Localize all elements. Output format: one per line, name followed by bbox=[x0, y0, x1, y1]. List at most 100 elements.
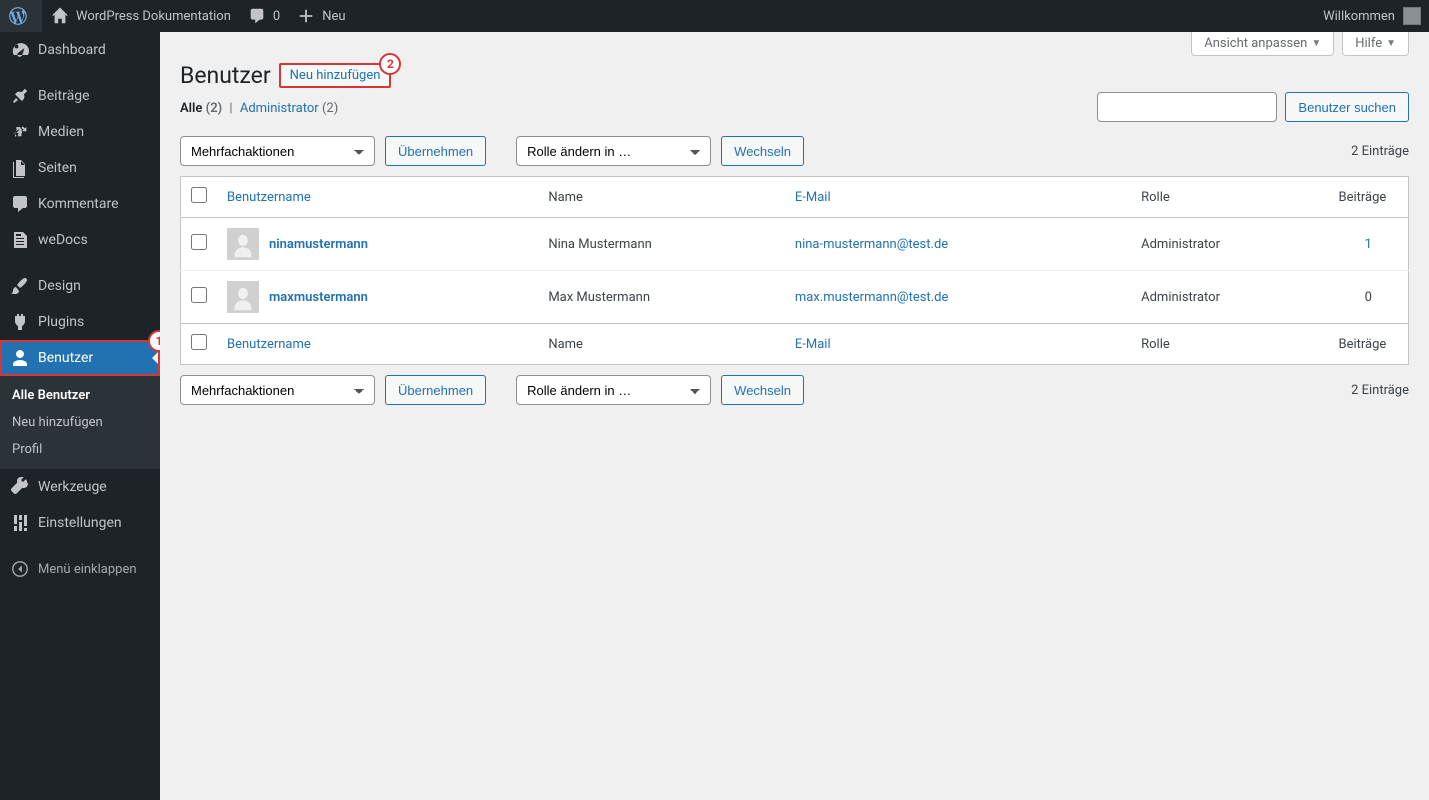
add-new-button[interactable]: Neu hinzufügen 2 bbox=[279, 63, 392, 88]
sidebar-item-label: Seiten bbox=[38, 160, 77, 176]
user-username-link[interactable]: ninamustermann bbox=[269, 237, 368, 252]
sidebar-item-label: Plugins bbox=[38, 314, 84, 330]
wordpress-icon bbox=[8, 6, 28, 26]
wrench-icon bbox=[10, 477, 30, 497]
column-role: Rolle bbox=[1131, 324, 1328, 365]
sidebar-item-label: Design bbox=[38, 278, 81, 294]
items-count: 2 Einträge bbox=[1351, 144, 1409, 159]
sidebar-item-users[interactable]: Benutzer bbox=[0, 340, 160, 376]
dashboard-icon bbox=[10, 40, 30, 60]
sidebar-submenu-users: Alle Benutzer Neu hinzufügen Profil bbox=[0, 376, 160, 469]
sidebar-item-label: Beiträge bbox=[38, 88, 90, 104]
user-email-link[interactable]: max.mustermann@test.de bbox=[795, 290, 948, 305]
sidebar-item-label: Werkzeuge bbox=[38, 479, 107, 495]
sidebar-item-comments[interactable]: Kommentare bbox=[0, 186, 160, 222]
table-row: maxmustermann Max Mustermann max.musterm… bbox=[181, 271, 1409, 324]
user-name-cell: Nina Mustermann bbox=[538, 218, 785, 271]
media-icon bbox=[10, 122, 30, 142]
column-posts: Beiträge bbox=[1329, 324, 1409, 365]
sidebar-collapse[interactable]: Menü einklappen bbox=[0, 551, 160, 587]
adminbar-comments-count: 0 bbox=[273, 9, 280, 24]
chevron-down-icon: ▼ bbox=[1311, 38, 1321, 49]
user-role-cell: Administrator bbox=[1131, 218, 1328, 271]
column-email[interactable]: E-Mail bbox=[785, 177, 1131, 218]
change-role-button-bottom[interactable]: Wechseln bbox=[721, 375, 804, 405]
avatar bbox=[1403, 7, 1421, 25]
change-role-select-bottom[interactable]: Rolle ändern in … bbox=[516, 375, 711, 405]
user-posts-count: 0 bbox=[1365, 290, 1372, 305]
adminbar-welcome: Willkommen bbox=[1323, 9, 1395, 24]
select-all-checkbox-bottom[interactable] bbox=[191, 334, 207, 350]
help-button[interactable]: Hilfe ▼ bbox=[1342, 32, 1409, 56]
adminbar-new[interactable]: Neu bbox=[288, 0, 353, 32]
settings-icon bbox=[10, 513, 30, 533]
select-all-checkbox[interactable] bbox=[191, 187, 207, 203]
user-email-link[interactable]: nina-mustermann@test.de bbox=[795, 237, 948, 252]
table-row: ninamustermann Nina Mustermann nina-must… bbox=[181, 218, 1409, 271]
admin-bar: WordPress Dokumentation 0 Neu Willkommen bbox=[0, 0, 1429, 32]
comment-icon bbox=[10, 194, 30, 214]
column-role: Rolle bbox=[1131, 177, 1328, 218]
sidebar-item-plugins[interactable]: Plugins bbox=[0, 304, 160, 340]
admin-sidebar: Dashboard Beiträge Medien Seiten Komment… bbox=[0, 32, 160, 800]
screen-options-label: Ansicht anpassen bbox=[1204, 36, 1307, 51]
document-icon bbox=[10, 230, 30, 250]
tablenav-top: Mehrfachaktionen Übernehmen Rolle ändern… bbox=[180, 136, 1409, 166]
sidebar-item-tools[interactable]: Werkzeuge bbox=[0, 469, 160, 505]
sidebar-item-design[interactable]: Design bbox=[0, 268, 160, 304]
sidebar-item-pages[interactable]: Seiten bbox=[0, 150, 160, 186]
adminbar-wp-logo[interactable] bbox=[0, 0, 42, 32]
chevron-down-icon: ▼ bbox=[1386, 38, 1396, 49]
row-checkbox[interactable] bbox=[191, 234, 207, 250]
sidebar-item-label: weDocs bbox=[38, 232, 88, 248]
column-username[interactable]: Benutzername bbox=[217, 177, 538, 218]
bulk-apply-button-bottom[interactable]: Übernehmen bbox=[385, 375, 486, 405]
bulk-actions-select[interactable]: Mehrfachaktionen bbox=[180, 136, 375, 166]
filter-administrator[interactable]: Administrator (2) bbox=[240, 101, 338, 116]
filter-all[interactable]: Alle (2) bbox=[180, 101, 222, 116]
bulk-actions-select-bottom[interactable]: Mehrfachaktionen bbox=[180, 375, 375, 405]
comment-icon bbox=[247, 6, 267, 26]
plugin-icon bbox=[10, 312, 30, 332]
brush-icon bbox=[10, 276, 30, 296]
search-input[interactable] bbox=[1097, 92, 1277, 122]
search-button[interactable]: Benutzer suchen bbox=[1285, 92, 1409, 122]
sidebar-item-dashboard[interactable]: Dashboard bbox=[0, 32, 160, 68]
column-email[interactable]: E-Mail bbox=[785, 324, 1131, 365]
screen-options-button[interactable]: Ansicht anpassen ▼ bbox=[1191, 32, 1334, 56]
users-table: Benutzername Name E-Mail Rolle Beiträge … bbox=[180, 176, 1409, 365]
adminbar-account[interactable]: Willkommen bbox=[1315, 0, 1429, 32]
change-role-button[interactable]: Wechseln bbox=[721, 136, 804, 166]
avatar bbox=[227, 281, 259, 313]
adminbar-site-link[interactable]: WordPress Dokumentation bbox=[42, 0, 239, 32]
collapse-icon bbox=[10, 559, 30, 579]
sidebar-item-posts[interactable]: Beiträge bbox=[0, 78, 160, 114]
sidebar-item-label: Kommentare bbox=[38, 196, 119, 212]
sidebar-item-label: Benutzer bbox=[38, 350, 93, 366]
sidebar-item-label: Dashboard bbox=[38, 42, 106, 58]
page-icon bbox=[10, 158, 30, 178]
submenu-item-all-users[interactable]: Alle Benutzer bbox=[0, 382, 160, 409]
sidebar-item-media[interactable]: Medien bbox=[0, 114, 160, 150]
row-checkbox[interactable] bbox=[191, 287, 207, 303]
screen-meta-links: Ansicht anpassen ▼ Hilfe ▼ bbox=[1191, 32, 1409, 56]
user-posts-link[interactable]: 1 bbox=[1365, 237, 1372, 252]
submenu-item-profile[interactable]: Profil bbox=[0, 436, 160, 463]
sidebar-item-settings[interactable]: Einstellungen bbox=[0, 505, 160, 541]
add-new-label: Neu hinzufügen bbox=[290, 68, 381, 83]
sidebar-item-wedocs[interactable]: weDocs bbox=[0, 222, 160, 258]
submenu-item-add-user[interactable]: Neu hinzufügen bbox=[0, 409, 160, 436]
plus-icon bbox=[296, 6, 316, 26]
change-role-select[interactable]: Rolle ändern in … bbox=[516, 136, 711, 166]
home-icon bbox=[50, 6, 70, 26]
adminbar-comments[interactable]: 0 bbox=[239, 0, 288, 32]
adminbar-site-title: WordPress Dokumentation bbox=[76, 9, 231, 24]
sidebar-collapse-label: Menü einklappen bbox=[38, 562, 137, 577]
items-count-bottom: 2 Einträge bbox=[1351, 383, 1409, 398]
column-username[interactable]: Benutzername bbox=[217, 324, 538, 365]
column-name: Name bbox=[538, 177, 785, 218]
column-name: Name bbox=[538, 324, 785, 365]
bulk-apply-button[interactable]: Übernehmen bbox=[385, 136, 486, 166]
help-label: Hilfe bbox=[1355, 36, 1382, 51]
user-username-link[interactable]: maxmustermann bbox=[269, 290, 368, 305]
